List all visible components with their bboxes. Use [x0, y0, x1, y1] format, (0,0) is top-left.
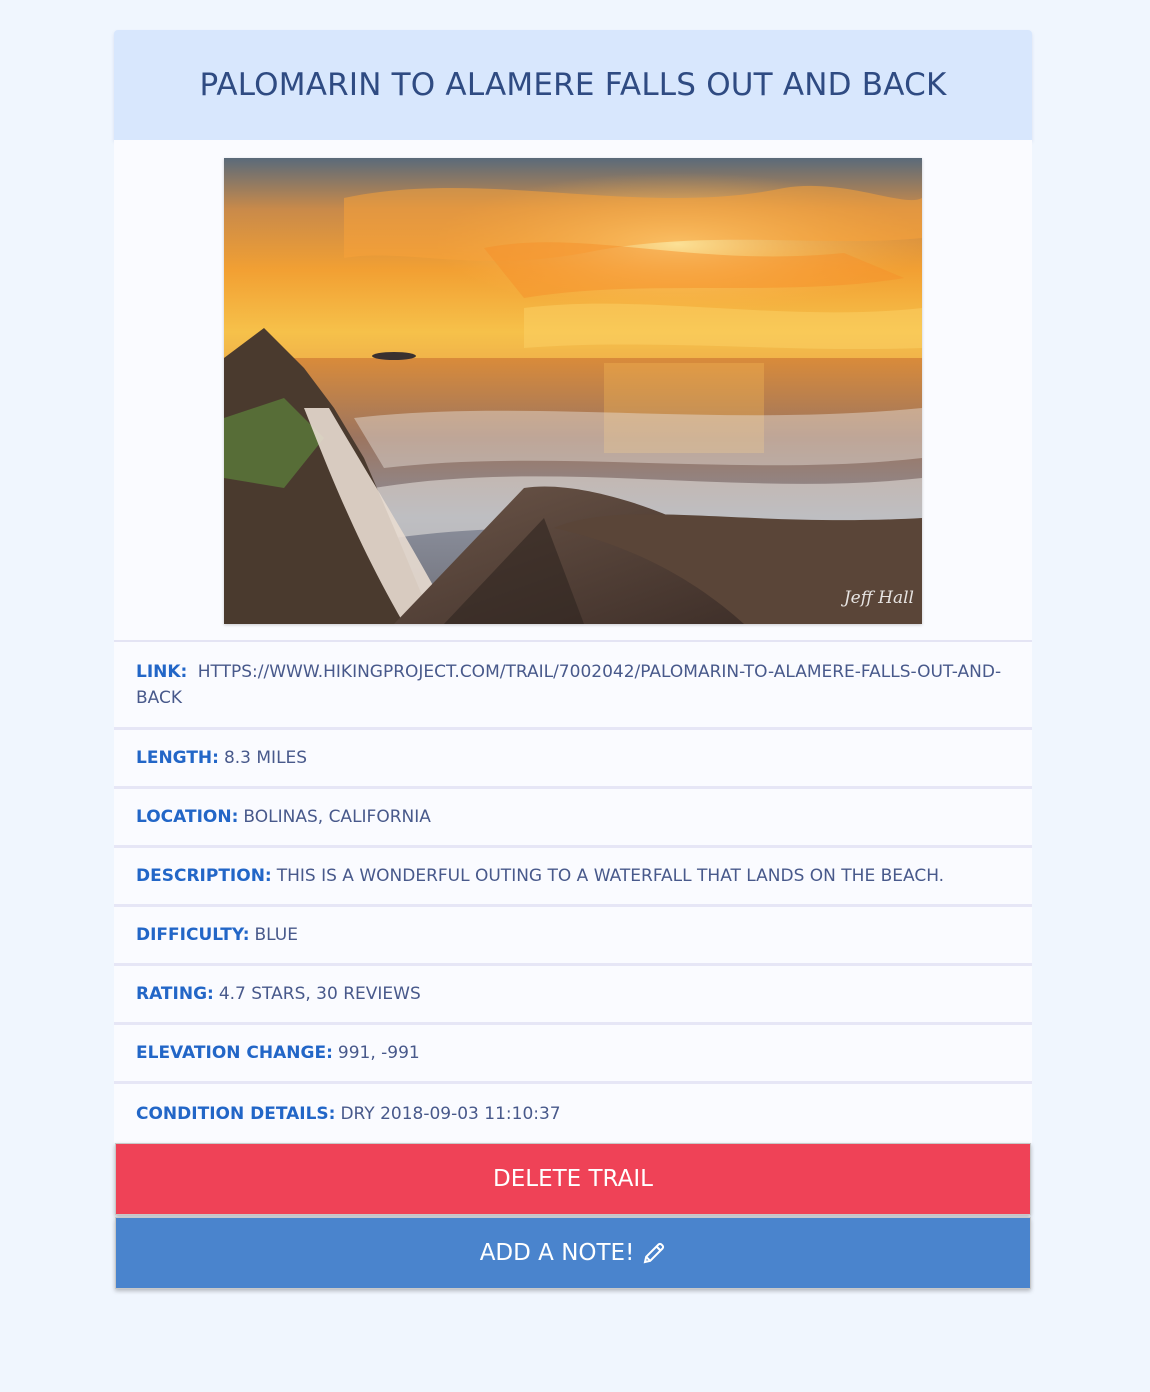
trail-link[interactable]: HTTPS://WWW.HIKINGPROJECT.COM/TRAIL/7002…: [136, 662, 1001, 708]
trail-rating-row: RATING: 4.7 STARS, 30 REVIEWS: [114, 966, 1032, 1025]
trail-photo: Jeff Hall: [224, 158, 922, 624]
delete-trail-label: DELETE TRAIL: [493, 1166, 653, 1192]
field-value: 4.7 STARS, 30 REVIEWS: [218, 984, 421, 1004]
field-label: DIFFICULTY:: [136, 925, 250, 945]
field-label: LENGTH:: [136, 748, 219, 768]
trail-length-row: LENGTH: 8.3 MILES: [114, 730, 1032, 789]
field-label: DESCRIPTION:: [136, 866, 272, 886]
field-label: LOCATION:: [136, 807, 239, 827]
field-value: BLUE: [254, 925, 298, 945]
add-note-label: ADD A NOTE!: [479, 1240, 635, 1266]
trail-difficulty-row: DIFFICULTY: BLUE: [114, 907, 1032, 966]
field-value: THIS IS A WONDERFUL OUTING TO A WATERFAL…: [276, 866, 945, 886]
trail-photo-image: [224, 158, 922, 624]
trail-location-row: LOCATION: BOLINAS, CALIFORNIA: [114, 789, 1032, 848]
field-value: 991, -991: [337, 1043, 420, 1063]
trail-condition-row: CONDITION DETAILS: DRY 2018-09-03 11:10:…: [114, 1084, 1032, 1143]
trail-title: PALOMARIN TO ALAMERE FALLS OUT AND BACK: [199, 67, 947, 103]
field-value: BOLINAS, CALIFORNIA: [243, 807, 431, 827]
field-label: CONDITION DETAILS:: [136, 1103, 336, 1124]
add-note-button[interactable]: ADD A NOTE!: [115, 1217, 1031, 1289]
photo-panel: Jeff Hall: [114, 140, 1032, 642]
field-label: ELEVATION CHANGE:: [136, 1043, 333, 1063]
trail-link-row: LINK: HTTPS://WWW.HIKINGPROJECT.COM/TRAI…: [114, 642, 1032, 730]
field-label: RATING:: [136, 984, 214, 1004]
field-label: LINK:: [136, 661, 188, 682]
pencil-icon: [642, 1241, 666, 1265]
photo-watermark: Jeff Hall: [843, 588, 914, 608]
field-value: 8.3 MILES: [223, 748, 308, 768]
trail-card: PALOMARIN TO ALAMERE FALLS OUT AND BACK: [114, 30, 1032, 1289]
trail-elevation-row: ELEVATION CHANGE: 991, -991: [114, 1025, 1032, 1084]
field-value: DRY 2018-09-03 11:10:37: [340, 1103, 561, 1124]
trail-header: PALOMARIN TO ALAMERE FALLS OUT AND BACK: [114, 30, 1032, 140]
delete-trail-button[interactable]: DELETE TRAIL: [115, 1143, 1031, 1215]
trail-description-row: DESCRIPTION: THIS IS A WONDERFUL OUTING …: [114, 848, 1032, 907]
